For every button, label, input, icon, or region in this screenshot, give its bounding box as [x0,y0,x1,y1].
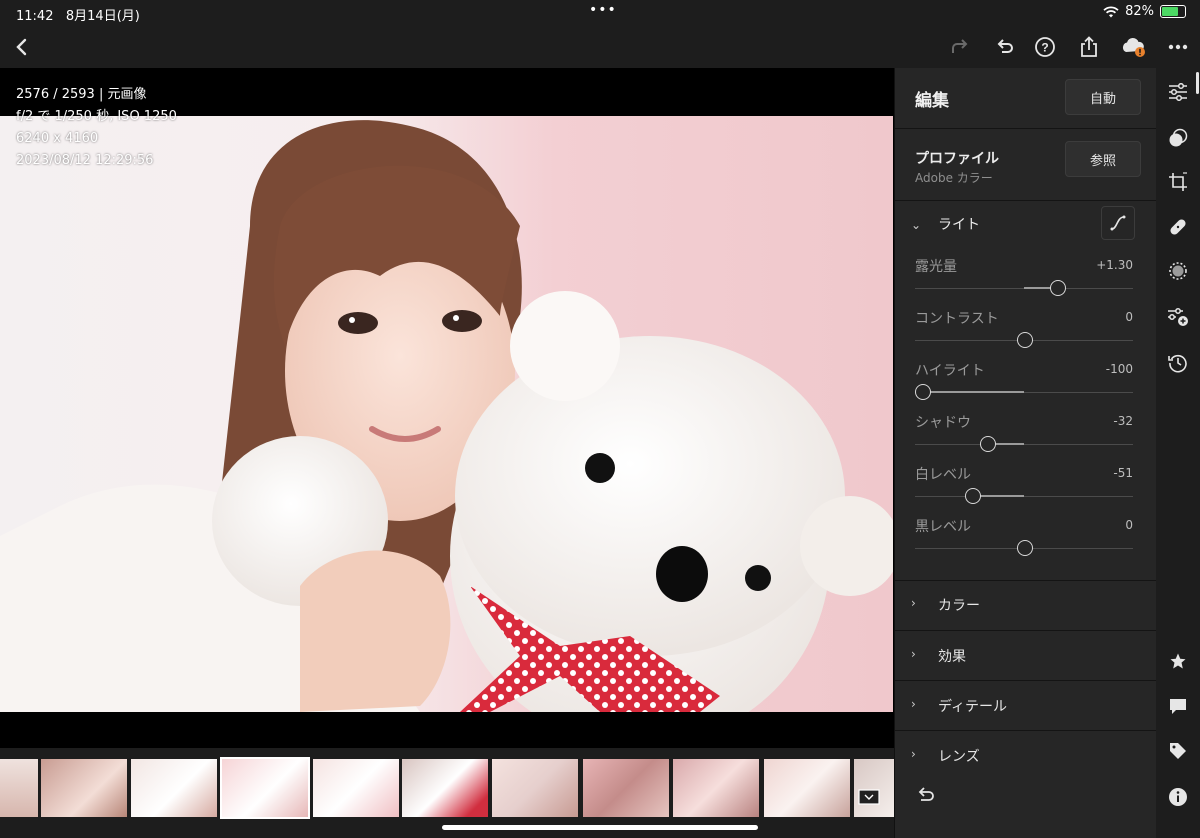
status-time: 11:42 8月14日(月) [16,9,140,24]
multitasking-dots-icon[interactable]: ••• [589,2,617,18]
share-icon[interactable] [1077,35,1101,59]
thumbnail[interactable] [854,759,894,817]
top-toolbar: ? [0,26,1200,68]
browse-button[interactable]: 参照 [1065,141,1141,177]
thumbnail[interactable] [41,759,127,817]
redo-icon[interactable] [948,35,972,59]
more-icon[interactable] [1166,35,1190,59]
thumbnail[interactable] [0,759,38,817]
slider-value[interactable]: 0 [1125,310,1133,324]
thumbnail[interactable] [313,759,399,817]
detail-section[interactable]: › ディテール [895,680,1156,731]
active-tool-indicator [1196,72,1199,94]
profile-section: プロファイル Adobe カラー 参照 [895,128,1156,201]
thumbnail[interactable] [673,759,759,817]
light-section: ⌄ ライト 露光量 +1.30 コントラスト 0 ハイライト -100 シャドウ -32 白レベ… [895,200,1156,581]
slider-fill [922,391,1024,393]
wifi-icon [1103,5,1119,17]
chevron-right-icon: › [911,596,916,610]
battery-icon [1160,5,1186,18]
slider-label: コントラスト [915,311,999,327]
cloud-sync-icon[interactable] [1120,35,1148,59]
slider-thumb[interactable] [1017,540,1033,556]
section-title: 効果 [938,649,966,665]
svg-text:?: ? [1041,41,1048,55]
tag-icon[interactable] [1166,739,1190,763]
profile-label: プロファイル [915,151,999,167]
home-indicator[interactable] [442,825,758,830]
slider-value[interactable]: -32 [1113,414,1133,428]
slider-label: ハイライト [915,363,985,379]
slider-thumb[interactable] [980,436,997,452]
back-icon[interactable] [10,35,34,59]
slider-track[interactable] [915,496,1133,497]
thumbnail[interactable] [131,759,217,817]
tool-rail [1156,68,1200,838]
undo-icon[interactable] [993,35,1017,59]
comment-icon[interactable] [1166,694,1190,718]
slider-track[interactable] [915,444,1133,445]
reset-icon[interactable] [915,786,937,808]
thumbnail[interactable] [402,759,488,817]
thumbnail[interactable] [492,759,578,817]
info-icon[interactable] [1166,785,1190,809]
photo-info-overlay: 2576 / 2593 | 元画像 f/2 で 1/250 秒, ISO 125… [16,84,177,172]
section-title: ディテール [938,699,1008,715]
thumbnail[interactable] [764,759,850,817]
edit-panel: 編集 自動 プロファイル Adobe カラー 参照 ⌄ ライト 露光量 +1.30… [894,68,1156,838]
presets-icon[interactable] [1166,126,1190,150]
section-title: カラー [938,598,980,614]
history-icon[interactable] [1166,351,1190,375]
photo-index: 2576 / 2593 | 元画像 [16,87,147,102]
photo-exposure: f/2 で 1/250 秒, ISO 1250 [16,109,177,124]
effects-section[interactable]: › 効果 [895,630,1156,681]
slider-label: 白レベル [915,467,971,483]
edit-header: 編集 自動 [895,68,1156,129]
photo-dimensions: 6240 x 4160 [16,131,99,146]
slider-thumb[interactable] [1017,332,1033,348]
tone-curve-icon[interactable] [1101,206,1135,240]
slider-label: 露光量 [915,259,957,275]
versions-icon[interactable] [1166,305,1190,329]
healing-icon[interactable] [1166,215,1190,239]
help-icon[interactable]: ? [1033,35,1057,59]
slider-value[interactable]: 0 [1125,518,1133,532]
chevron-right-icon: › [911,697,916,711]
slider-thumb[interactable] [915,384,931,400]
edit-sliders-icon[interactable] [1166,80,1190,104]
status-bar: 11:42 8月14日(月) ••• 82% [0,0,1200,26]
auto-button[interactable]: 自動 [1065,79,1141,115]
profile-value[interactable]: Adobe カラー [915,169,993,186]
light-section-title[interactable]: ライト [938,214,980,234]
slider-label: シャドウ [915,415,971,431]
battery-percent: 82% [1125,4,1154,19]
photo-datetime: 2023/08/12 12:29:56 [16,153,154,168]
lens-section[interactable]: › レンズ [895,730,1156,781]
slider-value[interactable]: -51 [1113,466,1133,480]
status-right: 82% [1103,4,1186,19]
slider-label: 黒レベル [915,519,971,535]
slider-thumb[interactable] [964,488,981,504]
slider-thumb[interactable] [1049,280,1066,296]
panel-title: 編集 [915,91,949,111]
photo-image[interactable] [0,116,893,712]
chevron-down-icon[interactable]: ⌄ [911,218,921,232]
crop-icon[interactable] [1166,170,1190,194]
video-icon [858,789,880,805]
chevron-right-icon: › [911,647,916,661]
thumbnail-selected[interactable] [220,757,310,819]
masking-icon[interactable] [1166,259,1190,283]
color-section[interactable]: › カラー [895,580,1156,630]
filmstrip[interactable] [0,757,894,819]
chevron-right-icon: › [911,747,916,761]
thumbnail[interactable] [583,759,669,817]
slider-value[interactable]: +1.30 [1096,258,1133,272]
slider-value[interactable]: -100 [1106,362,1133,376]
photo-viewer[interactable]: 2576 / 2593 | 元画像 f/2 で 1/250 秒, ISO 125… [0,68,894,748]
section-title: レンズ [938,749,980,765]
star-icon[interactable] [1166,649,1190,673]
